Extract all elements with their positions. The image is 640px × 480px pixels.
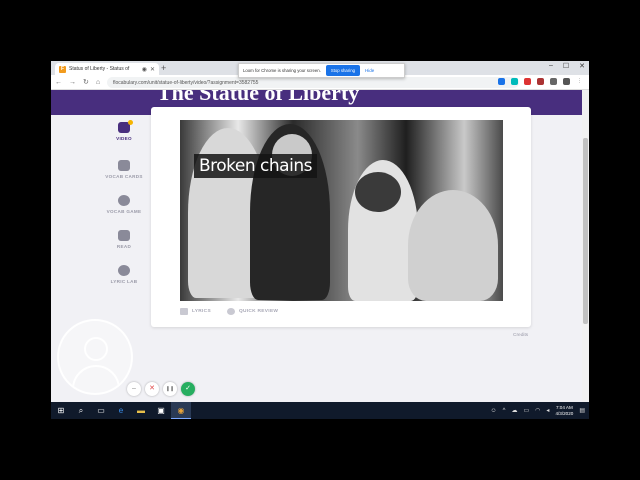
extension-red-icon[interactable]	[524, 78, 531, 85]
lyrics-label: LYRICS	[192, 309, 211, 314]
video-figure-shape	[408, 190, 498, 301]
forward-arrow-icon[interactable]: →	[69, 79, 76, 86]
credits-link[interactable]: Credits	[513, 333, 528, 338]
profile-avatar-icon[interactable]	[563, 78, 570, 85]
sidebar-item-label: VIDEO	[116, 136, 132, 141]
tab-title: Status of Liberty - Status of	[69, 66, 130, 72]
extension-icons: ⋮	[498, 78, 583, 85]
extension-teal-icon[interactable]	[511, 78, 518, 85]
minimize-recorder-button[interactable]: –	[127, 382, 141, 396]
edge-browser-icon[interactable]: e	[111, 402, 131, 419]
store-icon[interactable]: ▣	[151, 402, 171, 419]
finish-recording-button[interactable]: ✓	[181, 382, 195, 396]
page-title: The Statue of Liberty	[157, 90, 360, 105]
sidebar-item-label: READ	[116, 244, 132, 249]
read-icon	[118, 230, 130, 241]
page-scrollbar[interactable]	[582, 90, 589, 402]
loom-extension-icon[interactable]	[537, 78, 544, 85]
chrome-taskbar-icon[interactable]: ◉	[171, 402, 191, 419]
menu-kebab-icon[interactable]: ⋮	[576, 78, 583, 85]
card-footer: LYRICS QUICK REVIEW	[180, 308, 278, 315]
lyric-lab-icon	[118, 265, 130, 276]
start-windows-icon[interactable]: ⊞	[51, 402, 71, 419]
clock-time: 7:04 AM	[555, 404, 573, 410]
home-icon[interactable]: ⌂	[96, 79, 100, 86]
sidebar-item-video[interactable]: VIDEO	[91, 120, 157, 141]
notification-dot	[128, 120, 133, 125]
network-icon[interactable]: ▭	[524, 407, 530, 414]
windows-taskbar: ⊞ ⌕ ▭ e ▬ ▣ ◉ ☺ ^ ☁ ▭ ◠ ◂ 7:04 AM 4/3/20…	[51, 402, 589, 419]
person-head-icon	[84, 337, 108, 361]
quick-review-label: QUICK REVIEW	[238, 309, 279, 314]
extension-grey-icon[interactable]	[550, 78, 557, 85]
vocab-cards-icon	[118, 160, 130, 171]
volume-icon[interactable]: ◂	[546, 407, 549, 414]
sidebar-item-label: VOCAB CARDS	[105, 174, 143, 179]
share-text: Loom for Chrome is sharing your screen.	[243, 68, 321, 73]
back-arrow-icon[interactable]: ←	[55, 79, 62, 86]
maximize-button[interactable]: ☐	[563, 62, 569, 70]
reload-icon[interactable]: ↻	[83, 78, 89, 86]
onedrive-icon[interactable]: ☁	[512, 407, 518, 414]
tab-close-icon[interactable]: ✕	[150, 66, 155, 73]
person-body-icon	[72, 365, 120, 393]
notifications-icon[interactable]: ▤	[579, 407, 585, 414]
close-window-button[interactable]: ✕	[579, 62, 585, 70]
clock-date: 4/3/2020	[555, 410, 574, 416]
show-hidden-icons-icon[interactable]: ^	[503, 408, 506, 414]
sidebar-item-label: LYRIC LAB	[110, 279, 138, 284]
video-card: Broken chains LYRICS QUICK REVIEW	[151, 107, 531, 327]
pause-recording-button[interactable]: ❚❚	[163, 382, 177, 396]
search-icon[interactable]: ⌕	[71, 402, 91, 419]
sidebar-item-lyric-lab[interactable]: LYRIC LAB	[91, 265, 157, 284]
address-bar[interactable]: flocabulary.com/unit/statue-of-liberty/v…	[107, 77, 519, 88]
screen-share-banner: Loom for Chrome is sharing your screen. …	[238, 63, 405, 78]
video-icon	[118, 120, 133, 133]
stop-sharing-button[interactable]: Stop sharing	[325, 65, 360, 76]
new-tab-button[interactable]: +	[161, 63, 166, 73]
video-player[interactable]: Broken chains	[180, 120, 503, 301]
sidebar-item-vocab-cards[interactable]: VOCAB CARDS	[91, 160, 157, 179]
flocabulary-favicon-icon: F	[59, 65, 66, 73]
sidebar-item-vocab-game[interactable]: VOCAB GAME	[91, 195, 157, 214]
file-explorer-icon[interactable]: ▬	[131, 402, 151, 419]
quick-review-icon	[226, 308, 235, 315]
screen: F Status of Liberty - Status of ◉ ✕ + – …	[51, 61, 589, 419]
sidebar-item-read[interactable]: READ	[91, 230, 157, 249]
vocab-game-icon	[118, 195, 130, 206]
minimize-button[interactable]: –	[549, 62, 553, 70]
lyrics-button[interactable]: LYRICS	[180, 308, 211, 315]
wifi-icon[interactable]: ◠	[535, 407, 540, 414]
window-controls: – ☐ ✕	[549, 62, 585, 70]
task-view-icon[interactable]: ▭	[91, 402, 111, 419]
cancel-recording-button[interactable]: ✕	[145, 382, 159, 396]
people-icon[interactable]: ☺	[491, 408, 497, 414]
scrollbar-thumb[interactable]	[583, 138, 588, 324]
video-caption: Broken chains	[194, 154, 317, 178]
extension-blue-icon[interactable]	[498, 78, 505, 85]
browser-tab[interactable]: F Status of Liberty - Status of ◉ ✕	[55, 63, 159, 75]
quick-review-button[interactable]: QUICK REVIEW	[226, 308, 279, 315]
recorder-controls: – ✕ ❚❚ ✓	[127, 382, 195, 396]
webcam-avatar-bubble[interactable]	[57, 319, 133, 395]
url-text: flocabulary.com/unit/statue-of-liberty/v…	[113, 79, 259, 86]
tab-audio-icon[interactable]: ◉	[142, 66, 147, 73]
clock[interactable]: 7:04 AM 4/3/2020	[555, 405, 573, 417]
sidebar-item-label: VOCAB GAME	[106, 209, 142, 214]
system-tray: ☺ ^ ☁ ▭ ◠ ◂ 7:04 AM 4/3/2020 ▤	[491, 402, 585, 419]
hide-button[interactable]: Hide	[365, 68, 374, 73]
video-figure-shape	[355, 172, 401, 212]
lyrics-icon	[180, 308, 188, 315]
